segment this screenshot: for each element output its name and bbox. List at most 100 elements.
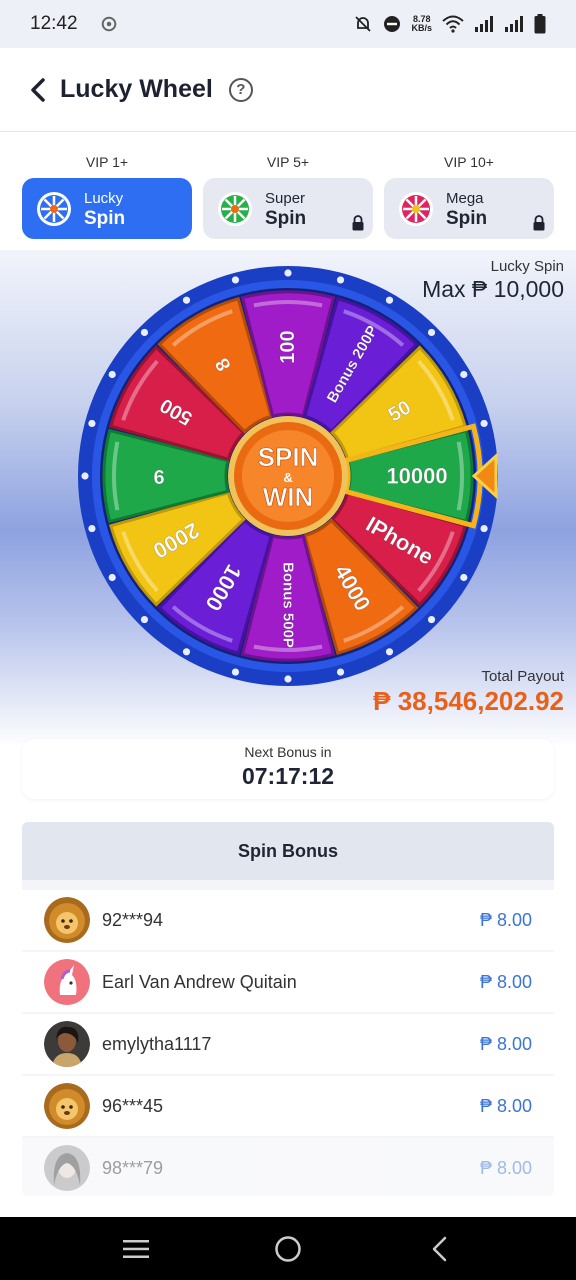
wheel-rim-light	[231, 276, 240, 284]
signal-icon	[475, 16, 493, 32]
system-back-button[interactable]	[420, 1229, 460, 1269]
wheel-segment-label: Bonus 500P	[280, 562, 297, 648]
tier-mega: VIP 10+ Mega Spin	[384, 150, 554, 239]
lock-icon	[352, 215, 364, 231]
wheel-rim-light	[460, 573, 468, 582]
wheel-rim-light	[182, 648, 191, 656]
wheel-rim-light	[88, 524, 96, 533]
bonus-amount: ₱ 8.00	[479, 1033, 532, 1054]
total-payout-value: ₱ 38,546,202.92	[373, 686, 564, 716]
bonus-amount: ₱ 8.00	[479, 1157, 532, 1178]
wheel-rim-light	[336, 668, 345, 676]
tier-lucky: VIP 1+ Lucky Spin	[22, 150, 192, 239]
signal-icon	[505, 16, 523, 32]
tier-type: Spin	[265, 207, 307, 229]
menu-icon	[123, 1239, 149, 1258]
wheel-rim-light	[108, 370, 116, 379]
winner-name: emylytha1117	[102, 1033, 212, 1054]
wheel-rim-light	[427, 615, 436, 624]
wifi-icon	[442, 15, 464, 33]
status-bar: 12:42 8.78 KB/s	[0, 0, 576, 48]
do-not-disturb-icon	[384, 16, 401, 32]
bonus-amount: ₱ 8.00	[479, 909, 532, 930]
spin-mode-label: Lucky Spin	[490, 258, 564, 275]
back-icon	[432, 1236, 447, 1261]
winner-name: 96***45	[102, 1095, 164, 1116]
wheel-rim-light	[480, 419, 488, 428]
list-item: 92***94 ₱ 8.00	[22, 890, 554, 950]
list-item: emylytha1117 ₱ 8.00	[22, 1014, 554, 1074]
bell-off-icon	[355, 16, 372, 32]
wheel-rim-light	[336, 276, 345, 284]
wheel-icon	[218, 191, 252, 226]
wheel-rim-light	[108, 573, 116, 582]
home-icon	[275, 1235, 301, 1262]
wheel-rim-light	[480, 524, 488, 533]
total-payout-label: Total Payout	[481, 668, 564, 685]
wheel-rim-light	[231, 668, 240, 676]
tier-super: VIP 5+ Super Spin	[203, 150, 373, 239]
spin-button-line1: SPIN	[258, 442, 319, 472]
next-bonus-label: Next Bonus in	[244, 744, 332, 760]
wheel-rim-light	[427, 328, 436, 337]
list-item: 98***79 ₱ 8.00	[22, 1138, 554, 1196]
tier-name: Super	[265, 189, 306, 207]
winner-name: 92***94	[102, 909, 164, 930]
wheel-stage: Lucky Spin Max ₱ 10,000 10000 IPhone 4000 B…	[0, 250, 576, 790]
tier-type: Spin	[446, 207, 488, 229]
wheel-rim-light	[140, 615, 149, 624]
tier-super-spin-button[interactable]: Super Spin	[203, 178, 373, 239]
next-bonus-card: Next Bonus in 07:17:12	[22, 739, 554, 799]
wheel-rim-light	[88, 419, 96, 428]
page-title: Lucky Wheel	[60, 75, 213, 103]
settings-icon	[101, 16, 116, 32]
next-bonus-timer: 07:17:12	[241, 763, 335, 789]
wheel-segment-label: 9	[153, 465, 164, 487]
wheel-rim-light	[385, 648, 394, 656]
wheel-rim-light	[460, 370, 468, 379]
wheel-segment-label: 10000	[386, 464, 447, 489]
spin-tier-selector: VIP 1+ Lucky Spin VIP 5+ Super Spin VIP …	[22, 150, 554, 239]
wheel-rim-light	[284, 269, 292, 277]
tier-requirement: VIP 5+	[266, 154, 310, 170]
status-time: 12:42	[30, 13, 78, 34]
back-button[interactable]	[24, 75, 54, 105]
person-avatar-icon	[44, 1021, 90, 1067]
tier-mega-spin-button[interactable]: Mega Spin	[384, 178, 554, 239]
bonus-amount: ₱ 8.00	[479, 971, 532, 992]
lion-avatar-icon	[44, 897, 90, 943]
spin-bonus-title: Spin Bonus	[22, 822, 554, 880]
wheel-icon	[37, 191, 71, 226]
list-item: 96***45 ₱ 8.00	[22, 1076, 554, 1136]
tier-requirement: VIP 10+	[444, 154, 494, 170]
tier-name: Mega	[446, 189, 484, 207]
tier-name: Lucky	[84, 189, 124, 207]
recents-button[interactable]	[116, 1229, 156, 1269]
network-speed: 8.78 KB/s	[411, 14, 432, 33]
prize-wheel[interactable]: 10000IPhone4000Bonus 500P100020009500810…	[76, 264, 500, 688]
spin-bonus-panel: Spin Bonus 92***94 ₱ 8.00 Earl Van Andre…	[22, 822, 554, 1196]
lock-icon	[533, 215, 545, 231]
wheel-segment-label: 100	[277, 330, 299, 363]
wheel-rim-light	[284, 675, 292, 683]
battery-icon	[534, 14, 546, 34]
help-button[interactable]: ?	[228, 77, 253, 102]
list-item: Earl Van Andrew Quitain ₱ 8.00	[22, 952, 554, 1012]
chevron-left-icon	[31, 77, 45, 102]
lion-avatar-icon	[44, 1083, 90, 1129]
person-avatar-icon	[44, 1145, 90, 1191]
tier-type: Spin	[84, 207, 126, 229]
winner-name: 98***79	[102, 1157, 164, 1178]
spin-bonus-list[interactable]: 92***94 ₱ 8.00 Earl Van Andrew Quitain ₱…	[22, 890, 554, 1196]
wheel-rim-light	[385, 296, 394, 304]
wheel-rim-light	[182, 296, 191, 304]
tier-requirement: VIP 1+	[85, 154, 129, 170]
spin-button[interactable]: SPIN & WIN	[228, 416, 348, 536]
wheel-rim-light	[140, 328, 149, 337]
spin-button-line2: WIN	[263, 482, 314, 512]
system-nav-bar	[0, 1217, 576, 1280]
tier-lucky-spin-button[interactable]: Lucky Spin	[22, 178, 192, 239]
bonus-amount: ₱ 8.00	[479, 1095, 532, 1116]
home-button[interactable]	[268, 1229, 308, 1269]
unicorn-avatar-icon	[44, 959, 90, 1005]
